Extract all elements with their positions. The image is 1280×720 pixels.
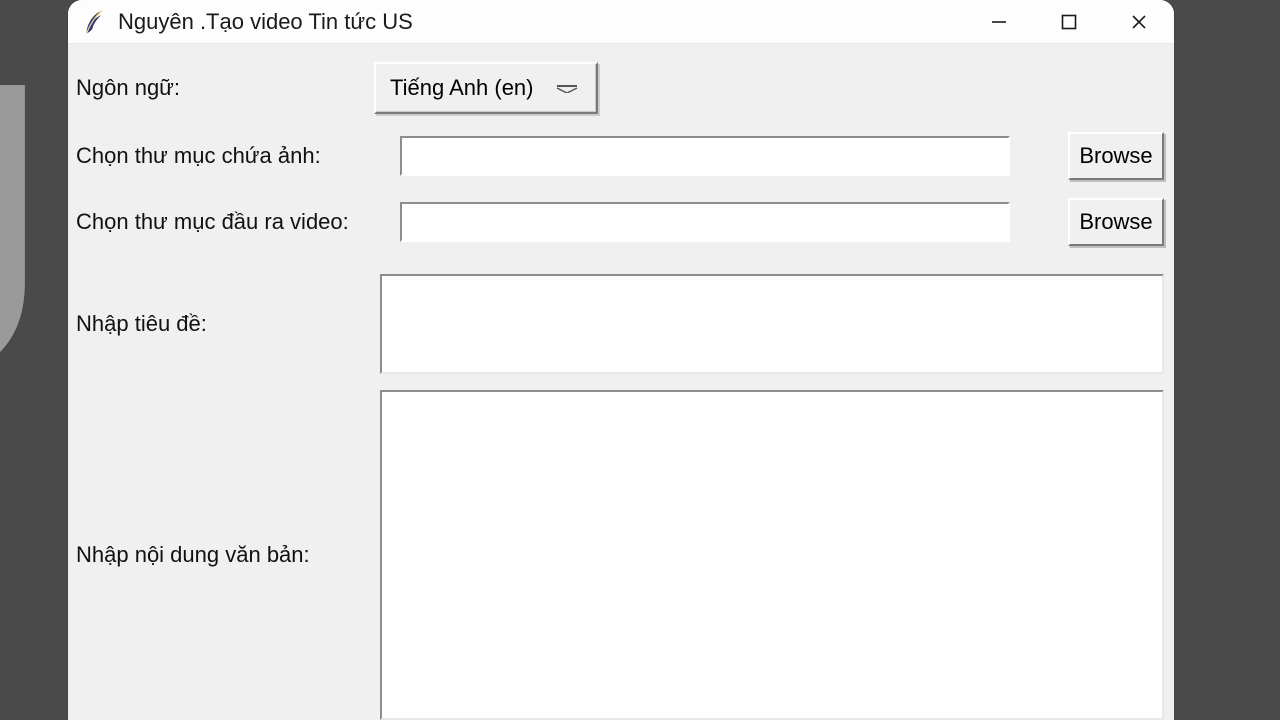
dropdown-caret-icon xyxy=(556,83,578,93)
image-dir-browse-button[interactable]: Browse xyxy=(1068,132,1164,180)
title-textarea[interactable] xyxy=(380,274,1164,374)
minimize-button[interactable] xyxy=(964,0,1034,43)
row-output-dir: Chọn thư mục đầu ra video: Browse xyxy=(74,198,1164,246)
background-watermark-left: J xyxy=(0,20,54,440)
row-language: Ngôn ngữ: Tiếng Anh (en) xyxy=(74,62,1164,114)
client-area: Ngôn ngữ: Tiếng Anh (en) Chọn thư mục ch… xyxy=(68,44,1174,720)
language-label: Ngôn ngữ: xyxy=(74,75,374,101)
app-feather-icon xyxy=(82,7,106,37)
title-field-label: Nhập tiêu đề: xyxy=(74,311,380,337)
background-watermark-right: P xyxy=(1270,20,1280,440)
window-controls xyxy=(964,0,1174,43)
titlebar: Nguyên .Tạo video Tin tức US xyxy=(68,0,1174,44)
language-selected-value: Tiếng Anh (en) xyxy=(390,75,534,101)
body-field-label: Nhập nội dung văn bản: xyxy=(74,542,380,568)
output-dir-input[interactable] xyxy=(400,202,1010,242)
language-select[interactable]: Tiếng Anh (en) xyxy=(374,62,598,114)
row-body-field: Nhập nội dung văn bản: xyxy=(74,390,1164,720)
image-dir-input[interactable] xyxy=(400,136,1010,176)
row-title-field: Nhập tiêu đề: xyxy=(74,274,1164,374)
body-textarea[interactable] xyxy=(380,390,1164,720)
browse-label: Browse xyxy=(1079,143,1152,169)
row-image-dir: Chọn thư mục chứa ảnh: Browse xyxy=(74,132,1164,180)
output-dir-browse-button[interactable]: Browse xyxy=(1068,198,1164,246)
browse-label: Browse xyxy=(1079,209,1152,235)
maximize-button[interactable] xyxy=(1034,0,1104,43)
app-window: Nguyên .Tạo video Tin tức US Ngôn ngữ: T… xyxy=(68,0,1174,720)
image-dir-label: Chọn thư mục chứa ảnh: xyxy=(74,143,400,169)
window-title: Nguyên .Tạo video Tin tức US xyxy=(118,9,964,35)
output-dir-label: Chọn thư mục đầu ra video: xyxy=(74,209,400,235)
close-button[interactable] xyxy=(1104,0,1174,43)
